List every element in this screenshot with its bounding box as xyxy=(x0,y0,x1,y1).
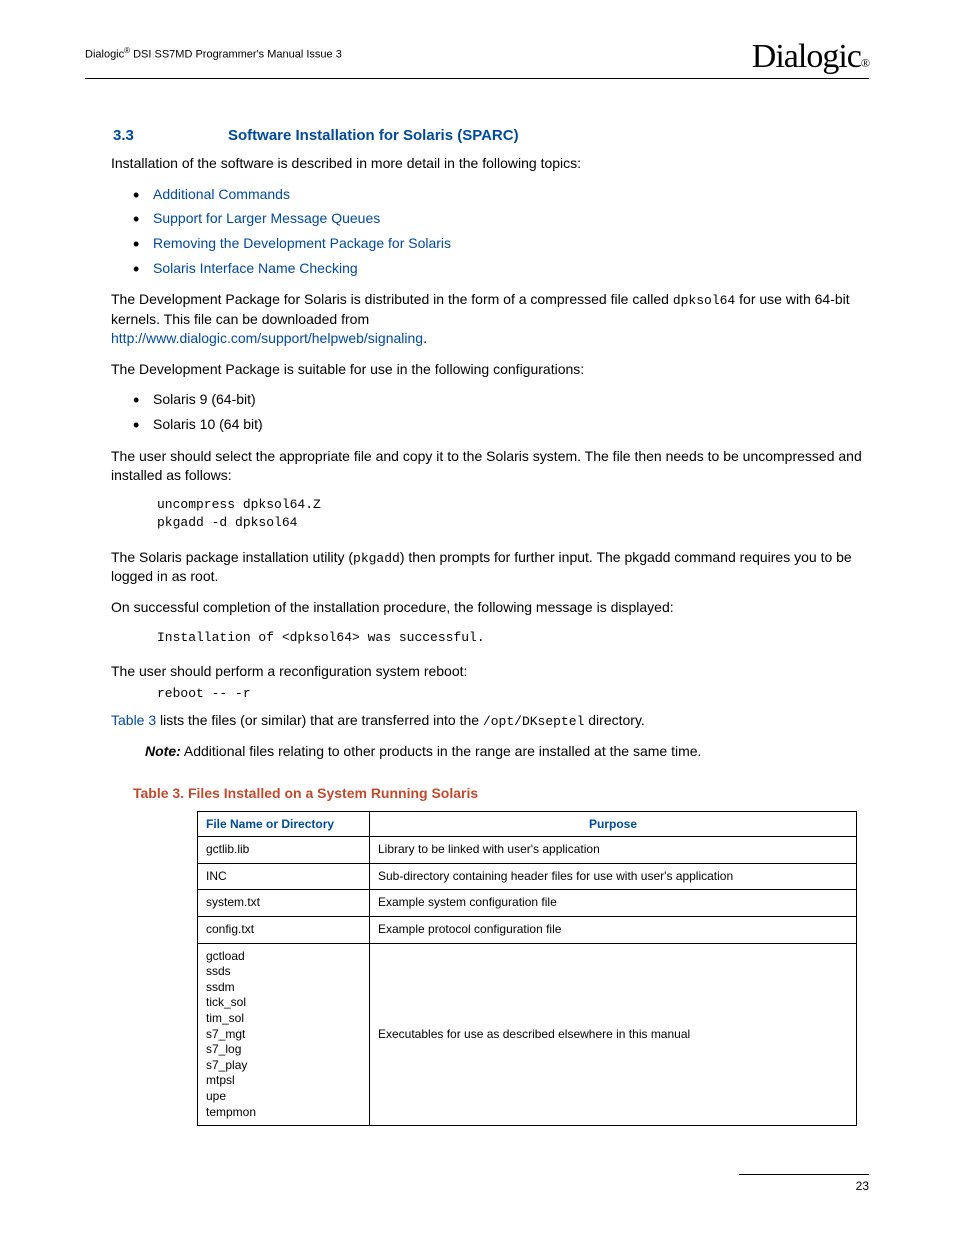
topic-link[interactable]: Support for Larger Message Queues xyxy=(153,210,380,226)
topic-links-list: Additional Commands Support for Larger M… xyxy=(133,185,869,278)
code-block-success: Installation of <dpksol64> was successfu… xyxy=(157,629,869,647)
list-item: Additional Commands xyxy=(133,185,869,205)
file-name-cell: gctload ssds ssdm tick_sol tim_sol s7_mg… xyxy=(198,943,370,1126)
files-table: File Name or Directory Purpose gctlib.li… xyxy=(197,811,857,1126)
download-link[interactable]: http://www.dialogic.com/support/helpweb/… xyxy=(111,330,423,346)
doc-title-prefix: Dialogic xyxy=(85,49,124,61)
purpose-cell: Library to be linked with user's applica… xyxy=(370,837,857,864)
table-row: gctload ssds ssdm tick_sol tim_sol s7_mg… xyxy=(198,943,857,1126)
text: directory. xyxy=(584,712,644,728)
file-name-cell: INC xyxy=(198,863,370,890)
file-name-cell: system.txt xyxy=(198,890,370,917)
paragraph-table-ref: Table 3 lists the files (or similar) tha… xyxy=(111,711,869,731)
table-ref-link[interactable]: Table 3 xyxy=(111,712,156,728)
purpose-cell: Example system configuration file xyxy=(370,890,857,917)
logo-text: Dialogic xyxy=(752,38,861,75)
paragraph-install: The user should select the appropriate f… xyxy=(111,447,869,485)
table-row: gctlib.lib Library to be linked with use… xyxy=(198,837,857,864)
list-item: Support for Larger Message Queues xyxy=(133,209,869,229)
doc-title: Dialogic® DSI SS7MD Programmer's Manual … xyxy=(85,38,342,61)
topic-link[interactable]: Additional Commands xyxy=(153,186,290,202)
paragraph-configs: The Development Package is suitable for … xyxy=(111,360,869,379)
page-footer: 23 xyxy=(739,1174,869,1193)
list-item: Solaris 9 (64-bit) xyxy=(133,390,869,410)
table-header: File Name or Directory xyxy=(198,812,370,837)
table-header: Purpose xyxy=(370,812,857,837)
purpose-cell: Example protocol configuration file xyxy=(370,917,857,944)
paragraph-reboot: The user should perform a reconfiguratio… xyxy=(111,662,869,681)
inline-code: pkgadd xyxy=(353,551,400,566)
text: The Solaris package installation utility… xyxy=(111,549,353,565)
paragraph-devpkg: The Development Package for Solaris is d… xyxy=(111,290,869,347)
list-item: Removing the Development Package for Sol… xyxy=(133,234,869,254)
page-number: 23 xyxy=(856,1179,869,1193)
table-header-row: File Name or Directory Purpose xyxy=(198,812,857,837)
page-header: Dialogic® DSI SS7MD Programmer's Manual … xyxy=(85,38,869,79)
purpose-cell: Sub-directory containing header files fo… xyxy=(370,863,857,890)
inline-code: dpksol64 xyxy=(673,293,735,308)
list-item: Solaris Interface Name Checking xyxy=(133,259,869,279)
doc-title-rest: DSI SS7MD Programmer's Manual Issue 3 xyxy=(130,49,342,61)
dialogic-logo: Dialogic® xyxy=(752,38,869,76)
file-name-cell: config.txt xyxy=(198,917,370,944)
code-block-install: uncompress dpksol64.Z pkgadd -d dpksol64 xyxy=(157,496,869,531)
list-item: Solaris 10 (64 bit) xyxy=(133,415,869,435)
paragraph-success: On successful completion of the installa… xyxy=(111,598,869,617)
code-block-reboot: reboot -- -r xyxy=(157,685,869,703)
section-heading: 3.3 Software Installation for Solaris (S… xyxy=(85,127,869,144)
topic-link[interactable]: Solaris Interface Name Checking xyxy=(153,260,358,276)
note: Note: Additional files relating to other… xyxy=(145,742,869,761)
logo-reg: ® xyxy=(861,56,869,70)
table-row: system.txt Example system configuration … xyxy=(198,890,857,917)
topic-link[interactable]: Removing the Development Package for Sol… xyxy=(153,235,451,251)
configs-list: Solaris 9 (64-bit) Solaris 10 (64 bit) xyxy=(133,390,869,434)
section-title: Software Installation for Solaris (SPARC… xyxy=(228,127,519,144)
intro-paragraph: Installation of the software is describe… xyxy=(111,154,869,173)
note-text: Additional files relating to other produ… xyxy=(181,743,702,759)
paragraph-pkgadd: The Solaris package installation utility… xyxy=(111,548,869,586)
table-row: config.txt Example protocol configuratio… xyxy=(198,917,857,944)
table-caption: Table 3. Files Installed on a System Run… xyxy=(133,785,869,801)
purpose-cell: Executables for use as described elsewhe… xyxy=(370,943,857,1126)
file-name-cell: gctlib.lib xyxy=(198,837,370,864)
inline-code: /opt/DKseptel xyxy=(483,714,584,729)
note-label: Note: xyxy=(145,743,181,759)
text: The Development Package for Solaris is d… xyxy=(111,291,673,307)
text: lists the files (or similar) that are tr… xyxy=(156,712,483,728)
table-row: INC Sub-directory containing header file… xyxy=(198,863,857,890)
section-number: 3.3 xyxy=(85,127,228,144)
text: . xyxy=(423,330,427,346)
